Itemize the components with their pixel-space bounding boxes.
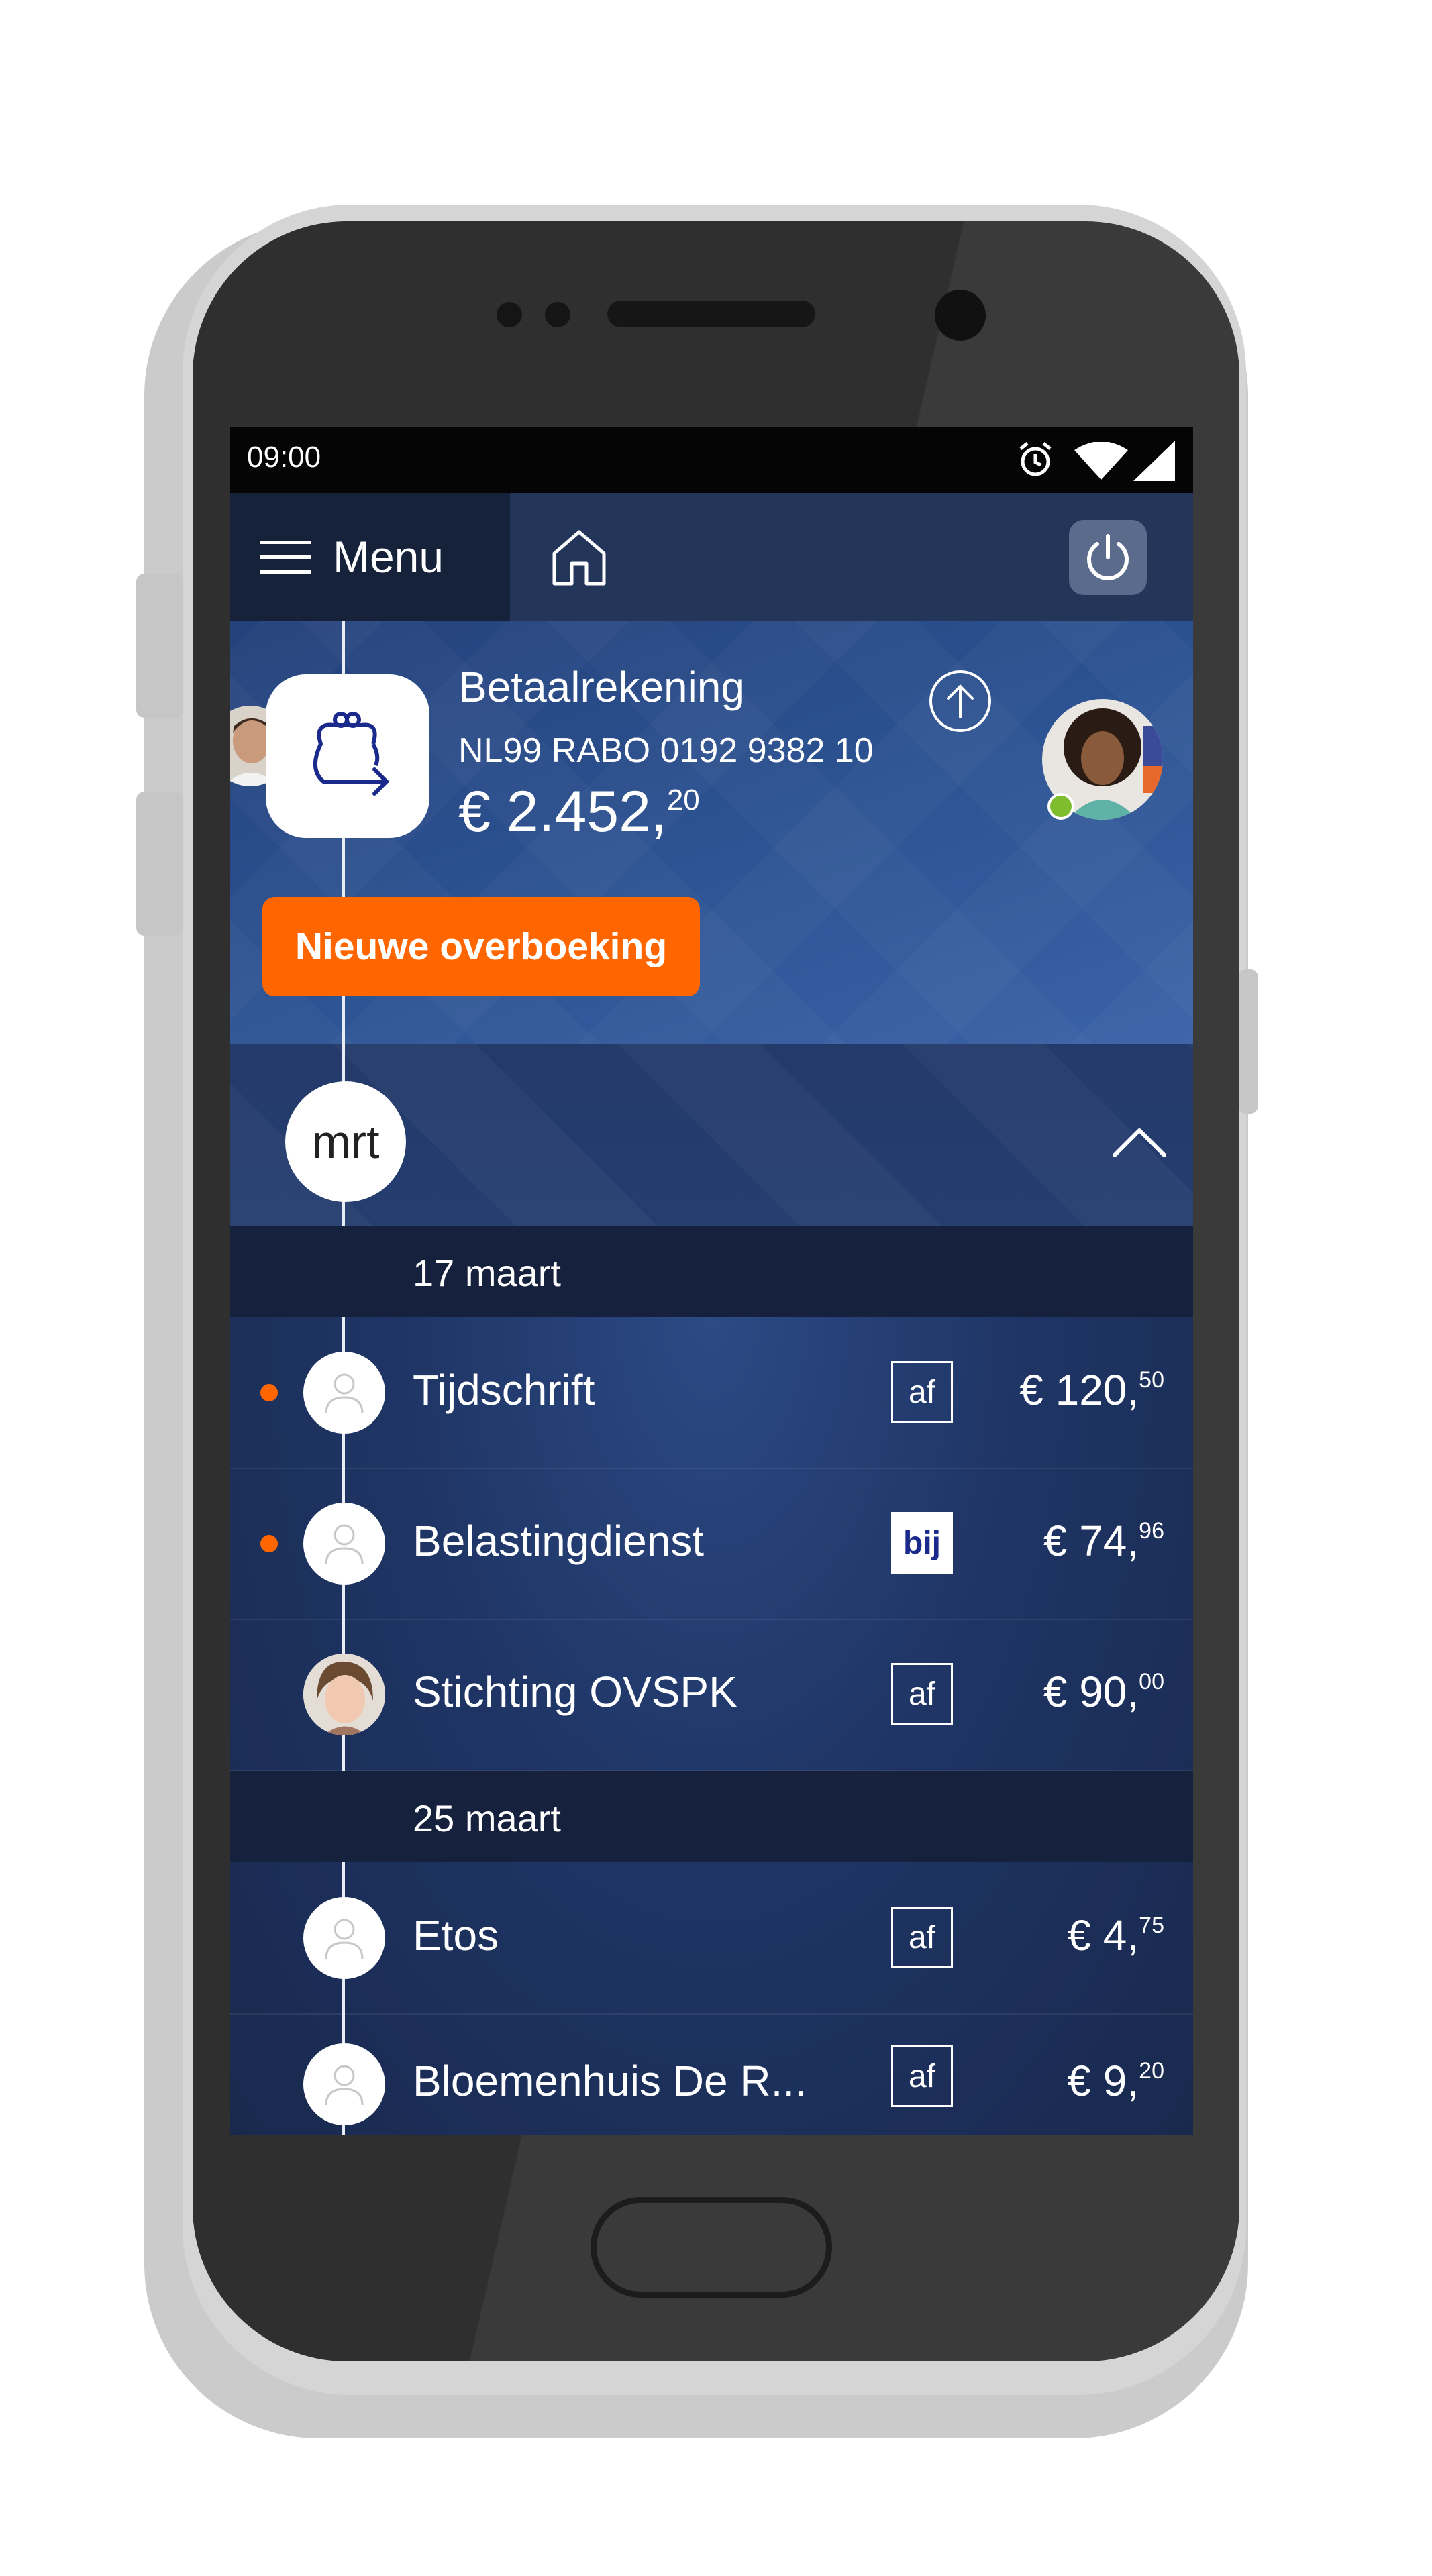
sensor-dot [497, 302, 522, 327]
transaction-row[interactable]: Tijdschrift af € 120,50 [230, 1317, 1193, 1469]
date-label: 17 maart [413, 1252, 561, 1294]
transaction-row[interactable]: Stichting OVSPK af € 90,00 [230, 1619, 1193, 1771]
transaction-type-badge: af [891, 2045, 953, 2107]
transaction-name: Bloemenhuis De R... [413, 2057, 807, 2105]
transaction-type-badge: af [891, 1907, 953, 1968]
menu-label: Menu [333, 532, 444, 582]
transaction-type-badge: bij [891, 1512, 953, 1574]
home-icon[interactable] [549, 527, 609, 587]
menu-button[interactable]: Menu [230, 493, 510, 621]
power-side-button [1238, 969, 1258, 1114]
sensor-dot [545, 302, 570, 327]
alarm-icon [1019, 442, 1052, 476]
top-nav: Menu [230, 493, 1193, 621]
person-icon [325, 2065, 364, 2106]
wallet-transfer-icon [313, 712, 390, 796]
avatar [303, 1352, 385, 1434]
amount-value: € 74, [1043, 1517, 1139, 1565]
balance-amount: € 2.452, [458, 780, 667, 844]
signal-icon [1133, 441, 1175, 481]
transaction-row[interactable]: Belastingdienst bij € 74,96 [230, 1468, 1193, 1620]
person-icon [325, 1919, 364, 1960]
status-bar: 09:00 [230, 427, 1193, 493]
online-status-dot [1047, 793, 1074, 820]
account-balance: € 2.452,20 [458, 779, 700, 845]
upload-icon[interactable] [928, 669, 992, 733]
transaction-type-badge: af [891, 1361, 953, 1423]
amount-value: € 90, [1043, 1668, 1139, 1716]
account-name: Betaalrekening [458, 663, 745, 711]
wifi-icon [1074, 442, 1128, 480]
volume-button [136, 574, 183, 718]
transaction-name: Tijdschrift [413, 1366, 595, 1414]
unread-dot [260, 1384, 278, 1401]
transaction-amount: € 74,96 [1043, 1516, 1164, 1566]
transaction-row[interactable]: Etos af € 4,75 [230, 1862, 1193, 2015]
front-camera [935, 290, 986, 341]
month-badge: mrt [285, 1081, 406, 1202]
transaction-name: Stichting OVSPK [413, 1668, 737, 1716]
logout-button[interactable] [1069, 520, 1147, 595]
transaction-type-badge: af [891, 1663, 953, 1725]
account-iban: NL99 RABO 0192 9382 10 [458, 731, 874, 770]
amount-value: € 9, [1067, 2057, 1139, 2105]
unread-dot [260, 1535, 278, 1552]
amount-value: € 4, [1067, 1911, 1139, 1960]
status-time: 09:00 [247, 441, 321, 474]
avatar [303, 1503, 385, 1585]
wallet-button[interactable] [266, 674, 429, 838]
avatar [303, 1654, 385, 1735]
person-icon [325, 1373, 364, 1414]
amount-cents: 75 [1139, 1913, 1164, 1938]
date-label: 25 maart [413, 1797, 561, 1839]
transaction-amount: € 4,75 [1067, 1911, 1164, 1960]
amount-cents: 96 [1139, 1518, 1164, 1544]
amount-value: € 120, [1019, 1366, 1139, 1414]
power-icon [1087, 534, 1129, 580]
date-header: 17 maart [230, 1226, 1193, 1317]
new-transfer-button[interactable]: Nieuwe overboeking [262, 897, 700, 996]
balance-cents: 20 [666, 784, 700, 816]
transaction-row[interactable]: Bloemenhuis De R... af € 9,20 [230, 2013, 1193, 2135]
transaction-amount: € 9,20 [1067, 2056, 1164, 2106]
avatar [303, 1897, 385, 1979]
person-photo-icon [303, 1654, 385, 1735]
home-hardware-button[interactable] [591, 2197, 832, 2298]
person-icon [325, 1524, 364, 1565]
transaction-name: Etos [413, 1911, 499, 1960]
transaction-amount: € 120,50 [1019, 1365, 1164, 1415]
hamburger-icon [260, 541, 311, 574]
volume-button-2 [136, 792, 183, 936]
speaker-grille [607, 301, 815, 327]
avatar [303, 2043, 385, 2125]
transaction-amount: € 90,00 [1043, 1667, 1164, 1717]
transaction-name: Belastingdienst [413, 1517, 705, 1565]
screen: 09:00 Menu Betaalrekening NL99 RABO 0192… [230, 427, 1193, 2135]
chevron-up-icon[interactable] [1109, 1118, 1170, 1165]
amount-cents: 50 [1139, 1367, 1164, 1393]
amount-cents: 00 [1139, 1669, 1164, 1695]
date-header: 25 maart [230, 1771, 1193, 1862]
amount-cents: 20 [1139, 2058, 1164, 2084]
